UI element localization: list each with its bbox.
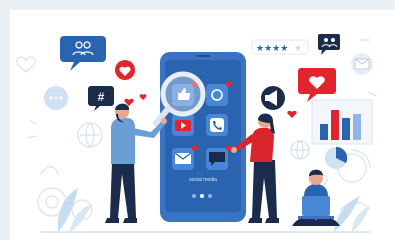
page-dot [200, 194, 204, 198]
mail-bubble [351, 53, 373, 75]
man-with-laptop [292, 169, 340, 226]
bar-chart-board [311, 99, 373, 145]
chart-bar [320, 124, 328, 140]
chart-bar [353, 114, 361, 140]
user-icon [331, 38, 335, 42]
phone-caption: social media [189, 177, 217, 183]
star-icon: ★★★★ [256, 44, 288, 54]
rating-card: ★★★★ ★ [251, 39, 309, 55]
group-chat-bubble [318, 34, 340, 55]
hashtag-label: # [98, 90, 105, 104]
notification-badge [192, 145, 198, 151]
star-icon: ★ [294, 44, 302, 54]
globe-icon [290, 140, 310, 160]
dots-icon [49, 96, 53, 100]
heart-bubble-left [115, 60, 135, 80]
social-media-illustration: # ★★★★ ★ social media [16, 34, 377, 233]
camera-app-tile [206, 84, 228, 106]
page-dot [192, 194, 196, 198]
chart-bar [331, 110, 339, 140]
pie-chart [325, 146, 348, 169]
megaphone-bubble [261, 86, 285, 110]
chart-bar [342, 118, 350, 140]
users-speech-bubble [60, 36, 106, 71]
notification-badge [226, 81, 232, 87]
user-icon [324, 38, 328, 42]
like-heart-bubble [298, 68, 336, 102]
ellipsis-bubble [44, 86, 68, 110]
laptop-icon [302, 196, 330, 216]
page-dot [208, 194, 212, 198]
hashtag-bubble: # [88, 86, 114, 111]
